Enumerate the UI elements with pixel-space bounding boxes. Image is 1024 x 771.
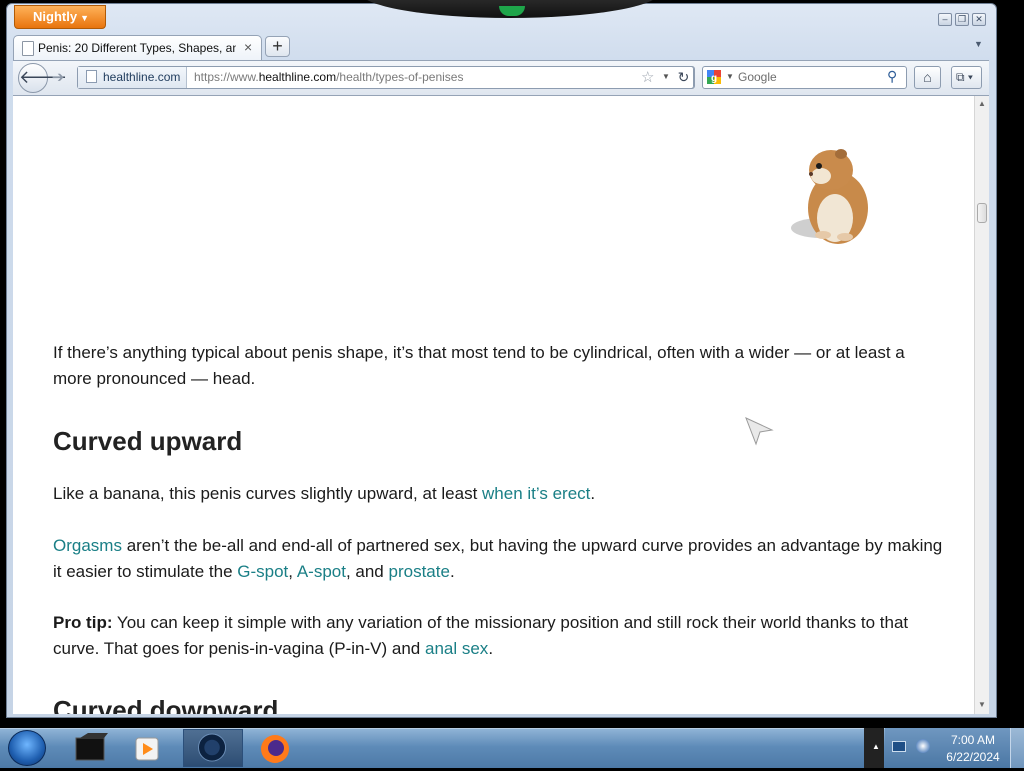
page-content: If there’s anything typical about penis …: [13, 96, 974, 714]
site-identity-button[interactable]: healthline.com: [78, 67, 188, 88]
back-button[interactable]: 🡐: [18, 63, 67, 93]
intro-paragraph: If there’s anything typical about penis …: [53, 343, 905, 388]
scroll-down-icon[interactable]: ▼: [978, 700, 986, 709]
heading-curved-upward: Curved upward: [53, 426, 243, 456]
page-icon: [86, 70, 97, 83]
link-anal-sex[interactable]: anal sex: [425, 639, 488, 658]
heading-curved-downward: Curved downward: [53, 695, 279, 714]
magnifier-icon[interactable]: ⚲: [887, 68, 897, 85]
google-engine-icon[interactable]: g: [707, 70, 721, 84]
tab-list-icon[interactable]: ▼: [974, 39, 983, 49]
paragraph-end: .: [488, 639, 494, 658]
start-button[interactable]: [8, 730, 46, 766]
arrow-right-icon: ➔: [51, 69, 65, 86]
active-taskbar-item[interactable]: [183, 729, 243, 767]
firefox-taskbar-icon[interactable]: [245, 730, 305, 767]
clock-time[interactable]: 7:00 AM: [945, 733, 1001, 747]
paragraph-pro-tip: Pro tip: You can keep it simple with any…: [53, 610, 943, 662]
paragraph-end: .: [449, 562, 455, 581]
search-input[interactable]: Google: [738, 67, 777, 88]
extensions-button[interactable]: ⧉ ▾: [951, 66, 982, 89]
bookmark-star-icon[interactable]: ☆: [641, 68, 654, 86]
separator: ,: [288, 562, 297, 581]
close-icon[interactable]: ×: [244, 39, 252, 55]
search-bar[interactable]: g ▼ Google ⚲: [702, 66, 907, 89]
restore-button[interactable]: ❐: [955, 13, 969, 26]
nightly-taskbar-icon: [198, 733, 227, 762]
url-text[interactable]: https://www.healthline.com/health/types-…: [194, 67, 463, 88]
separator: , and: [345, 562, 389, 581]
url-history-dropdown-icon[interactable]: ▼: [662, 72, 670, 81]
search-engine-dropdown-icon[interactable]: ▼: [726, 72, 734, 81]
app-menu-label: Nightly: [33, 9, 78, 24]
vertical-scrollbar[interactable]: ▲ ▼: [974, 96, 989, 714]
scrollbar-thumb[interactable]: [977, 203, 987, 223]
url-bar[interactable]: healthline.com https://www.healthline.co…: [77, 66, 695, 89]
clock-date[interactable]: 6/22/2024: [945, 750, 1001, 764]
forward-button[interactable]: ➔: [48, 68, 68, 88]
link-prostate[interactable]: prostate: [389, 562, 450, 581]
network-icon[interactable]: [892, 741, 906, 752]
home-button[interactable]: ⌂: [914, 66, 941, 89]
scroll-up-icon[interactable]: ▲: [978, 99, 986, 108]
media-player-taskbar-icon[interactable]: [122, 730, 182, 767]
show-hidden-icons-icon[interactable]: ▲: [872, 742, 880, 751]
show-desktop-button[interactable]: [1010, 728, 1024, 768]
page-icon: [22, 41, 34, 56]
cmd-taskbar-icon[interactable]: [66, 730, 126, 767]
home-icon: ⌂: [923, 69, 932, 85]
close-window-button[interactable]: ✕: [972, 13, 986, 26]
extensions-icon: ⧉ ▾: [956, 70, 973, 84]
reload-button[interactable]: ↻: [674, 66, 694, 89]
url-path: /health/types-of-penises: [336, 70, 464, 84]
action-center-icon[interactable]: [916, 739, 930, 753]
paragraph-banana: Like a banana, this penis curves slightl…: [53, 481, 943, 507]
minimize-button[interactable]: –: [938, 13, 952, 26]
paragraph-orgasms: Orgasms aren’t the be-all and end-all of…: [53, 533, 943, 585]
link-when-erect[interactable]: when it’s erect: [482, 484, 590, 503]
paragraph-text: aren’t the be-all and end-all of partner…: [53, 536, 943, 581]
paragraph-end: .: [590, 484, 596, 503]
link-a-spot[interactable]: A-spot: [297, 562, 346, 581]
link-g-spot[interactable]: G-spot: [237, 562, 288, 581]
chevron-down-icon: ▼: [80, 13, 89, 23]
site-domain-label: healthline.com: [103, 70, 181, 84]
new-tab-button[interactable]: +: [265, 36, 290, 57]
tab-active[interactable]: Penis: 20 Different Types, Shapes, and T…: [13, 35, 262, 60]
url-host: healthline.com: [258, 70, 337, 84]
pro-tip-label: Pro tip:: [53, 613, 113, 632]
mouse-cursor-icon: [745, 417, 774, 446]
paragraph-text: Like a banana, this penis curves slightl…: [53, 484, 483, 503]
link-orgasms[interactable]: Orgasms: [53, 536, 122, 555]
svg-text:g: g: [711, 73, 717, 84]
url-prefix: https://www.: [194, 70, 259, 84]
hamster-image: [791, 149, 868, 244]
reload-icon: ↻: [677, 69, 690, 85]
app-menu-button[interactable]: Nightly ▼: [14, 5, 106, 29]
tab-title: Penis: 20 Different Types, Shapes, and T…: [38, 41, 236, 55]
